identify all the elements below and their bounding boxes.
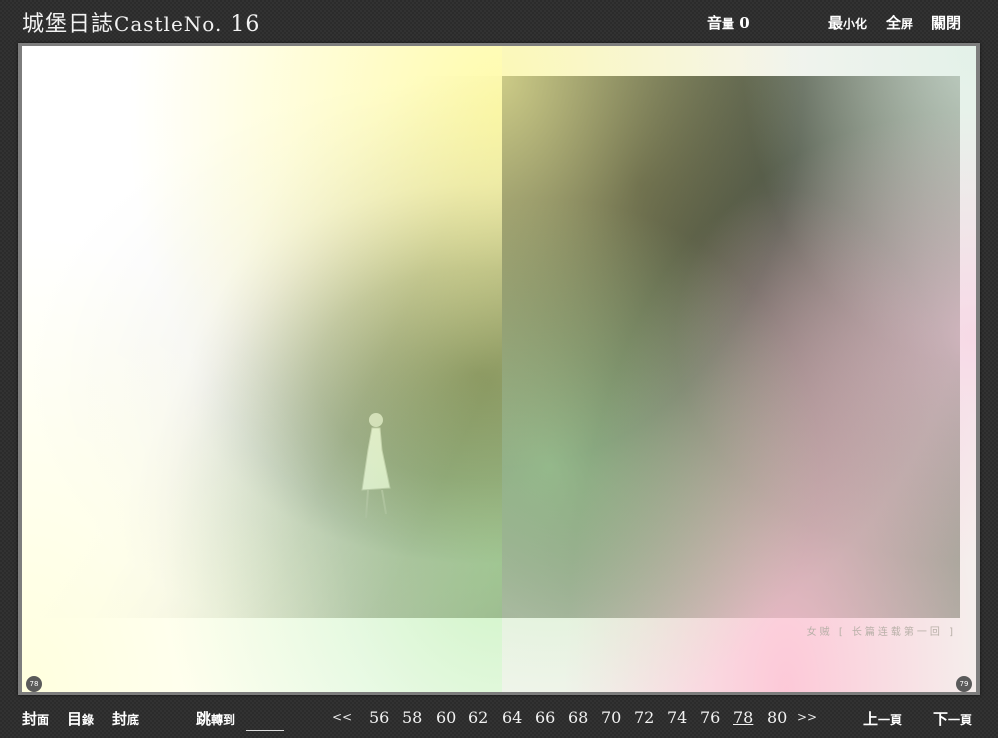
magazine-title: 城堡日誌CastleNo. 16 [22, 6, 260, 38]
next-page-button[interactable]: 下一頁 [933, 708, 972, 729]
page-link[interactable]: 80 [767, 708, 787, 727]
fullscreen-button[interactable]: 全屏 [886, 12, 913, 33]
page-link[interactable]: 72 [634, 708, 654, 727]
volume-value: 0 [739, 14, 750, 32]
page-link[interactable]: 62 [468, 708, 488, 727]
jump-to-label: 跳轉到 [196, 710, 236, 728]
magazine-spread: 78 女贼 [ 长篇连载第一回 ] 79 [18, 43, 980, 695]
color-overlay [502, 46, 976, 692]
top-bar: 城堡日誌CastleNo. 16 音量 0 最小化 全屏 關閉 [0, 0, 998, 44]
volume-control[interactable]: 音量 0 [707, 12, 750, 33]
left-page[interactable]: 78 [22, 46, 502, 692]
right-page[interactable]: 女贼 [ 长篇连载第一回 ] 79 [502, 46, 976, 692]
title-latin: CastleNo. [114, 12, 223, 36]
page-link[interactable]: 70 [601, 708, 621, 727]
page-link[interactable]: 64 [502, 708, 522, 727]
left-page-number: 78 [26, 676, 42, 692]
bottom-nav-bar: 封面 目錄 封底 跳轉到 << 56 58 60 62 64 66 68 70 … [0, 698, 998, 738]
cover-button[interactable]: 封面 [22, 708, 49, 729]
page-link[interactable]: 68 [568, 708, 588, 727]
prev-page-button[interactable]: 上一頁 [863, 708, 902, 729]
back-cover-button[interactable]: 封底 [112, 708, 139, 729]
page-list-next-arrow[interactable]: >> [797, 710, 817, 724]
page-link[interactable]: 66 [535, 708, 555, 727]
title-chinese: 城堡日誌 [22, 12, 115, 37]
page-caption: 女贼 [ 长篇连载第一回 ] [806, 627, 956, 638]
minimize-button[interactable]: 最小化 [828, 12, 867, 33]
page-link[interactable]: 58 [402, 708, 422, 727]
page-link[interactable]: 56 [369, 708, 389, 727]
page-link-current[interactable]: 78 [733, 708, 753, 727]
page-link[interactable]: 76 [700, 708, 720, 727]
jump-to-page-input[interactable] [246, 710, 284, 731]
page-list-prev-arrow[interactable]: << [332, 710, 352, 724]
issue-number: 16 [230, 12, 261, 37]
toc-button[interactable]: 目錄 [67, 708, 94, 729]
page-link[interactable]: 60 [436, 708, 456, 727]
page-link[interactable]: 74 [667, 708, 687, 727]
color-overlay [22, 46, 502, 692]
close-button[interactable]: 關閉 [931, 12, 961, 33]
right-page-number: 79 [956, 676, 972, 692]
